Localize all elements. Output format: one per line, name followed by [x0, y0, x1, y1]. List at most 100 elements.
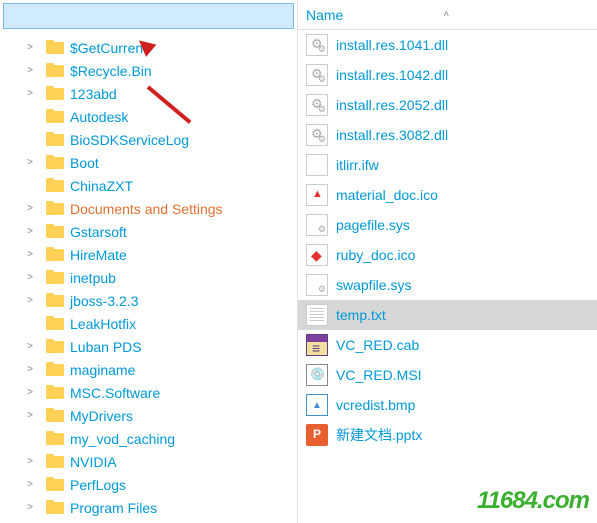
file-row[interactable]: ruby_doc.ico — [298, 240, 597, 270]
rar-icon — [306, 334, 328, 356]
folder-icon — [46, 63, 64, 78]
tree-item[interactable]: >HireMate — [0, 243, 297, 266]
tree-item-label: Autodesk — [70, 109, 128, 125]
expand-icon[interactable]: > — [24, 65, 36, 76]
expand-icon[interactable]: > — [24, 88, 36, 99]
tree-item[interactable]: >jboss-3.2.3 — [0, 289, 297, 312]
watermark: 11684.com — [477, 487, 589, 515]
sys-icon — [306, 214, 328, 236]
expand-icon[interactable]: > — [24, 157, 36, 168]
file-list[interactable]: install.res.1041.dllinstall.res.1042.dll… — [298, 30, 597, 523]
expand-icon[interactable]: > — [24, 387, 36, 398]
tree-item-label: Luban PDS — [70, 339, 142, 355]
tree-item[interactable]: >my_vod_caching — [0, 427, 297, 450]
folder-icon — [46, 454, 64, 469]
sort-arrow-icon: ˄ — [443, 9, 449, 20]
tree-item[interactable]: > Program Files — [0, 496, 297, 519]
tree-item-label: Gstarsoft — [70, 224, 127, 240]
file-row[interactable]: 新建文档.pptx — [298, 420, 597, 450]
column-header[interactable]: Name ˄ — [298, 0, 597, 30]
file-row[interactable]: install.res.1042.dll — [298, 60, 597, 90]
expand-icon[interactable]: > — [24, 502, 36, 513]
file-row[interactable]: install.res.1041.dll — [298, 30, 597, 60]
tree-item[interactable]: >$Recycle.Bin — [0, 59, 297, 82]
file-label: temp.txt — [336, 307, 386, 323]
tree-item[interactable]: > MyDrivers — [0, 404, 297, 427]
file-label: material_doc.ico — [336, 187, 438, 203]
tree-item-label: $GetCurrent — [70, 40, 147, 56]
file-row[interactable]: material_doc.ico — [298, 180, 597, 210]
tree-item[interactable]: >BioSDKServiceLog — [0, 128, 297, 151]
file-label: install.res.2052.dll — [336, 97, 448, 113]
tree-item-label: MyDrivers — [70, 408, 133, 424]
tree-item[interactable]: >Boot — [0, 151, 297, 174]
tree-item-label: PerfLogs — [70, 477, 126, 493]
txt-icon — [306, 304, 328, 326]
pptx-icon — [306, 424, 328, 446]
tree-item-label: BioSDKServiceLog — [70, 132, 189, 148]
file-label: pagefile.sys — [336, 217, 410, 233]
tree-item[interactable]: > $GetCurrent — [0, 36, 297, 59]
file-row[interactable]: vcredist.bmp — [298, 390, 597, 420]
tree-item[interactable]: >ChinaZXT — [0, 174, 297, 197]
expand-icon[interactable]: > — [24, 364, 36, 375]
file-row[interactable]: itlirr.ifw — [298, 150, 597, 180]
folder-tree[interactable]: >$GetCurrent>$Recycle.Bin>123abd>Autodes… — [0, 32, 297, 523]
folder-icon — [46, 109, 64, 124]
tree-item-label: maginame — [70, 362, 135, 378]
dll-icon — [306, 34, 328, 56]
file-row[interactable]: install.res.2052.dll — [298, 90, 597, 120]
dll-icon — [306, 124, 328, 146]
expand-icon[interactable]: > — [24, 249, 36, 260]
tree-item[interactable]: > PerfLogs — [0, 473, 297, 496]
file-row[interactable]: install.res.3082.dll — [298, 120, 597, 150]
msi-icon — [306, 364, 328, 386]
bmp-icon — [306, 394, 328, 416]
folder-icon — [46, 201, 64, 216]
expand-icon[interactable]: > — [24, 456, 36, 467]
tree-item[interactable]: >123abd — [0, 82, 297, 105]
folder-tree-panel: >$GetCurrent>$Recycle.Bin>123abd>Autodes… — [0, 0, 298, 523]
file-label: itlirr.ifw — [336, 157, 379, 173]
expand-icon[interactable]: > — [24, 479, 36, 490]
file-row[interactable]: swapfile.sys — [298, 270, 597, 300]
file-row[interactable]: VC_RED.MSI — [298, 360, 597, 390]
folder-icon — [46, 362, 64, 377]
file-label: VC_RED.MSI — [336, 367, 422, 383]
file-list-panel: Name ˄ install.res.1041.dllinstall.res.1… — [298, 0, 597, 523]
file-row[interactable]: pagefile.sys — [298, 210, 597, 240]
tree-item[interactable]: > Gstarsoft — [0, 220, 297, 243]
tree-item[interactable]: > maginame — [0, 358, 297, 381]
tree-item-label: ChinaZXT — [70, 178, 133, 194]
folder-icon — [46, 385, 64, 400]
tree-item[interactable]: > Luban PDS — [0, 335, 297, 358]
expand-icon[interactable]: > — [24, 226, 36, 237]
tree-item-label: 123abd — [70, 86, 117, 102]
ico-red-icon — [306, 184, 328, 206]
tree-item[interactable]: >Documents and Settings — [0, 197, 297, 220]
folder-icon — [46, 178, 64, 193]
tree-item[interactable]: >LeakHotfix — [0, 312, 297, 335]
expand-icon[interactable]: > — [24, 203, 36, 214]
expand-icon[interactable]: > — [24, 410, 36, 421]
folder-icon — [46, 247, 64, 262]
path-input[interactable] — [3, 3, 294, 29]
tree-item[interactable]: >MSC.Software — [0, 381, 297, 404]
tree-item-label: LeakHotfix — [70, 316, 136, 332]
expand-icon[interactable]: > — [24, 42, 36, 53]
tree-item[interactable]: >Autodesk — [0, 105, 297, 128]
expand-icon[interactable]: > — [24, 341, 36, 352]
file-row[interactable]: VC_RED.cab — [298, 330, 597, 360]
expand-icon[interactable]: > — [24, 272, 36, 283]
folder-icon — [46, 86, 64, 101]
tree-item[interactable]: >inetpub — [0, 266, 297, 289]
tree-item-label: Program Files — [70, 500, 157, 516]
file-label: swapfile.sys — [336, 277, 411, 293]
expand-icon[interactable]: > — [24, 295, 36, 306]
folder-icon — [46, 431, 64, 446]
name-column-label: Name — [306, 7, 343, 23]
tree-item[interactable]: >Program Files (x86) — [0, 519, 297, 523]
tree-item[interactable]: >NVIDIA — [0, 450, 297, 473]
file-row[interactable]: temp.txt — [298, 300, 597, 330]
folder-icon — [46, 316, 64, 331]
